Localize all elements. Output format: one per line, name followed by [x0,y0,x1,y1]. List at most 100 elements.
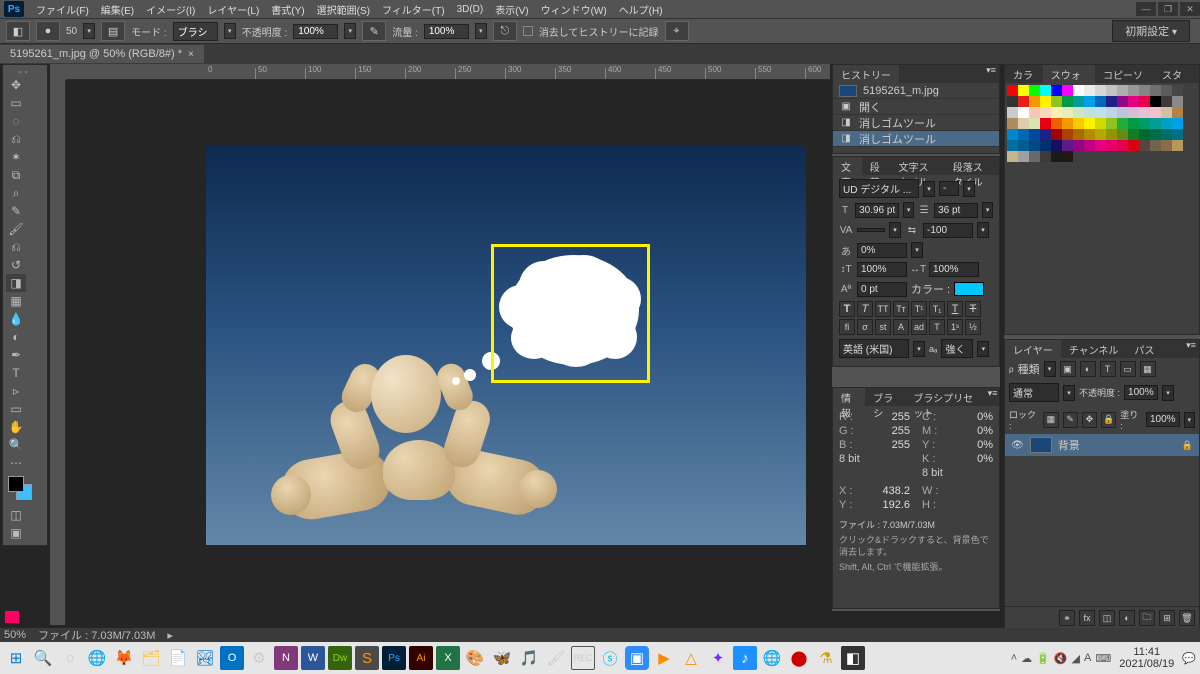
swatch[interactable] [1172,129,1183,140]
swatch[interactable] [1007,96,1018,107]
tsume-input[interactable]: 0% [857,243,907,258]
swatch[interactable] [1084,118,1095,129]
zoom-icon[interactable]: ▣ [625,646,649,670]
document-close-icon[interactable]: × [188,49,194,60]
leading-input[interactable]: 36 pt [934,203,978,218]
swatch[interactable] [1128,107,1139,118]
swatch[interactable] [1062,129,1073,140]
lasso-tool[interactable]: ⎌ [6,130,26,148]
swatch[interactable] [1106,129,1117,140]
type-tool[interactable]: T [6,364,26,382]
swatch[interactable] [1040,85,1051,96]
blur-tool[interactable]: 💧 [6,310,26,328]
pen-tool[interactable]: ✒ [6,346,26,364]
swatch[interactable] [1040,129,1051,140]
dreamweaver-icon[interactable]: Dw [328,646,352,670]
flow-arrow[interactable]: ▾ [475,23,487,39]
swatch[interactable] [1150,129,1161,140]
swatch[interactable] [1018,129,1029,140]
filter-smart-icon[interactable]: ▦ [1140,361,1156,377]
status-arrow-icon[interactable]: ▸ [167,629,173,642]
baseline-input[interactable]: 0 pt [857,282,907,297]
opentype-ad[interactable]: ad [911,319,927,335]
swatch[interactable] [1128,118,1139,129]
language-select[interactable]: 英語 (米国) [839,339,909,358]
fill-input[interactable]: 100% [1146,412,1180,427]
swatch[interactable] [1029,129,1040,140]
layer-opacity-input[interactable]: 100% [1124,385,1158,400]
chrome-icon[interactable]: 🌐 [85,646,109,670]
document-tab[interactable]: 5195261_m.jpg @ 50% (RGB/8#) * × [0,45,204,63]
swatch[interactable] [1150,96,1161,107]
swatch[interactable] [1040,140,1051,151]
swatch[interactable] [1084,140,1095,151]
clock[interactable]: 11:41 2021/08/19 [1115,646,1178,670]
recorder-icon[interactable]: REC [571,646,595,670]
pot-icon[interactable]: ⚗ [814,646,838,670]
airbrush-icon[interactable]: ⎋ [493,21,517,41]
swatch[interactable] [1007,118,1018,129]
swatch[interactable] [1040,151,1051,162]
illustrator-icon[interactable]: Ai [409,646,433,670]
opentype-T[interactable]: T [929,319,945,335]
swatch[interactable] [1051,107,1062,118]
marquee-tool[interactable]: ◌ [6,112,26,130]
start-button[interactable]: ⊞ [4,646,28,670]
subscript-button[interactable]: T₁ [929,301,945,317]
dropdown-arrow-icon[interactable]: ▾ [1044,361,1056,377]
layer-group-icon[interactable]: 🗀 [1139,610,1155,626]
swatch[interactable] [1051,118,1062,129]
tray-battery-icon[interactable]: 🔋 [1036,652,1050,665]
dropdown-arrow-icon[interactable]: ▾ [1162,385,1174,401]
swatch[interactable] [1018,85,1029,96]
filter-shape-icon[interactable]: ▭ [1120,361,1136,377]
allcaps-button[interactable]: TT [875,301,891,317]
swatch[interactable] [1117,107,1128,118]
dropdown-arrow-icon[interactable]: ▾ [977,341,989,357]
dropdown-arrow-icon[interactable]: ▾ [1063,385,1075,401]
menu-window[interactable]: ウィンドウ(W) [535,0,613,19]
dropdown-arrow-icon[interactable]: ▾ [963,181,975,197]
skype-icon[interactable]: ⓢ [598,646,622,670]
font-style-select[interactable]: - [939,181,959,196]
history-brush-tool[interactable]: ↺ [6,256,26,274]
swatch[interactable] [1106,96,1117,107]
eyedropper-tool[interactable]: ⌕ [6,184,26,202]
swatch[interactable] [1018,140,1029,151]
panel-menu-icon[interactable]: ▾≡ [983,65,999,83]
swatch[interactable] [1172,96,1183,107]
swatch[interactable] [1029,151,1040,162]
swatch[interactable] [1106,118,1117,129]
history-step[interactable]: ▣ 開く [833,99,999,115]
info-tab[interactable]: 情報 [833,388,865,406]
pressure-opacity-icon[interactable]: ✎ [362,21,386,41]
swatch[interactable] [1029,140,1040,151]
swatch[interactable] [1139,129,1150,140]
swatch[interactable] [1128,140,1139,151]
menu-layer[interactable]: レイヤー(L) [201,0,265,19]
outlook-icon[interactable]: O [220,646,244,670]
dodge-tool[interactable]: ◐ [6,328,26,346]
swatch[interactable] [1062,140,1073,151]
quick-select-tool[interactable]: ✶ [6,148,26,166]
swatch[interactable] [1073,118,1084,129]
delete-layer-icon[interactable]: 🗑 [1179,610,1195,626]
swatch[interactable] [1040,96,1051,107]
tray-chevron-icon[interactable]: ˄ [1011,652,1017,664]
clone-source-tab[interactable]: コピーソース [1095,65,1154,83]
swatch[interactable] [1139,85,1150,96]
swatch[interactable] [1062,85,1073,96]
swatch[interactable] [1139,107,1150,118]
history-step[interactable]: ◨ 消しゴムツール [833,115,999,131]
swatch[interactable] [1150,118,1161,129]
rectangle-tool[interactable]: ▭ [6,400,26,418]
tray-volume-icon[interactable]: 🔇 [1054,652,1068,665]
swatch[interactable] [1018,118,1029,129]
antialias-select[interactable]: 強く [941,339,973,358]
history-step-active[interactable]: ◨ 消しゴムツール [833,131,999,147]
brush-tool[interactable]: 🖌 [6,220,26,238]
butterfly-icon[interactable]: 🦋 [490,646,514,670]
layers-tab[interactable]: レイヤー [1005,340,1061,358]
superscript-button[interactable]: T¹ [911,301,927,317]
photos-icon[interactable]: 🏞 [193,646,217,670]
